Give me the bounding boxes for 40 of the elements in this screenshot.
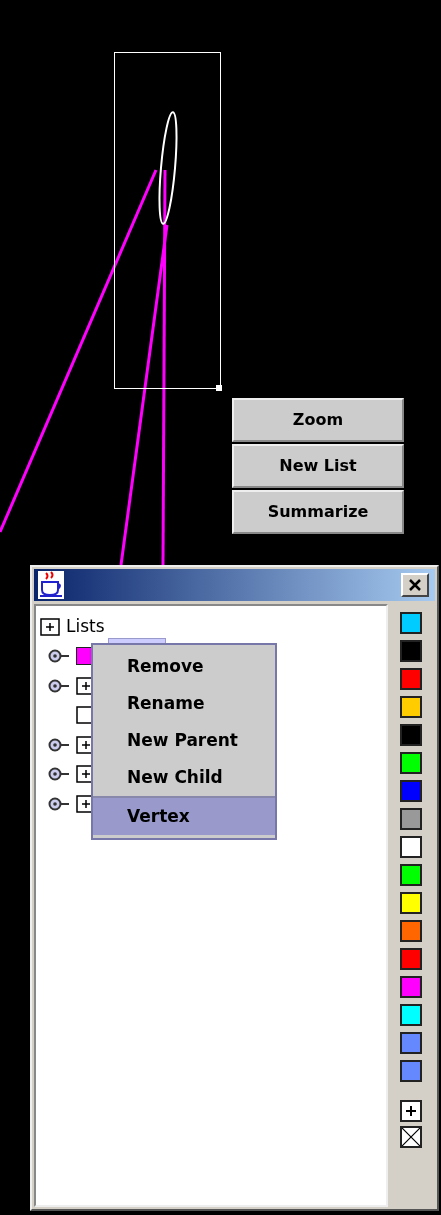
delete-button[interactable] (400, 1126, 422, 1148)
color-swatch[interactable] (400, 948, 422, 970)
action-button[interactable]: Zoom (232, 398, 404, 442)
eye-icon[interactable] (48, 737, 70, 752)
action-button[interactable]: Summarize (232, 490, 404, 534)
color-swatch[interactable] (400, 892, 422, 914)
plus-icon (406, 1106, 416, 1116)
coffee-cup-icon (38, 571, 64, 599)
color-swatch[interactable] (400, 1004, 422, 1026)
color-swatch[interactable] (400, 724, 422, 746)
color-swatch[interactable] (400, 836, 422, 858)
color-swatch[interactable] (400, 1060, 422, 1082)
eye-icon[interactable] (48, 767, 70, 782)
eye-icon[interactable] (48, 649, 70, 664)
add-button[interactable] (400, 1100, 422, 1122)
color-swatch[interactable] (400, 752, 422, 774)
tree-label[interactable]: Lists (66, 614, 105, 640)
color-swatch[interactable] (400, 864, 422, 886)
color-swatch[interactable] (400, 696, 422, 718)
menu-item[interactable]: Rename (93, 685, 275, 722)
menu-item[interactable]: Remove (93, 648, 275, 685)
color-swatch[interactable] (400, 668, 422, 690)
close-button[interactable] (401, 573, 429, 597)
cross-icon (402, 1128, 420, 1146)
color-swatch[interactable] (400, 780, 422, 802)
expand-icon[interactable] (40, 617, 60, 636)
action-button[interactable]: New List (232, 444, 404, 488)
color-swatch[interactable] (400, 920, 422, 942)
color-swatch[interactable] (400, 640, 422, 662)
color-swatch[interactable] (400, 976, 422, 998)
color-swatch[interactable] (400, 612, 422, 634)
resize-handle[interactable] (216, 385, 222, 391)
menu-item[interactable]: New Parent (93, 722, 275, 759)
close-icon (408, 578, 422, 592)
color-swatch[interactable] (400, 808, 422, 830)
eye-icon[interactable] (48, 678, 70, 693)
eye-icon[interactable] (48, 796, 70, 811)
color-swatch[interactable] (400, 1032, 422, 1054)
menu-item[interactable]: New Child (93, 759, 275, 796)
menu-item[interactable]: Vertex (93, 798, 275, 835)
